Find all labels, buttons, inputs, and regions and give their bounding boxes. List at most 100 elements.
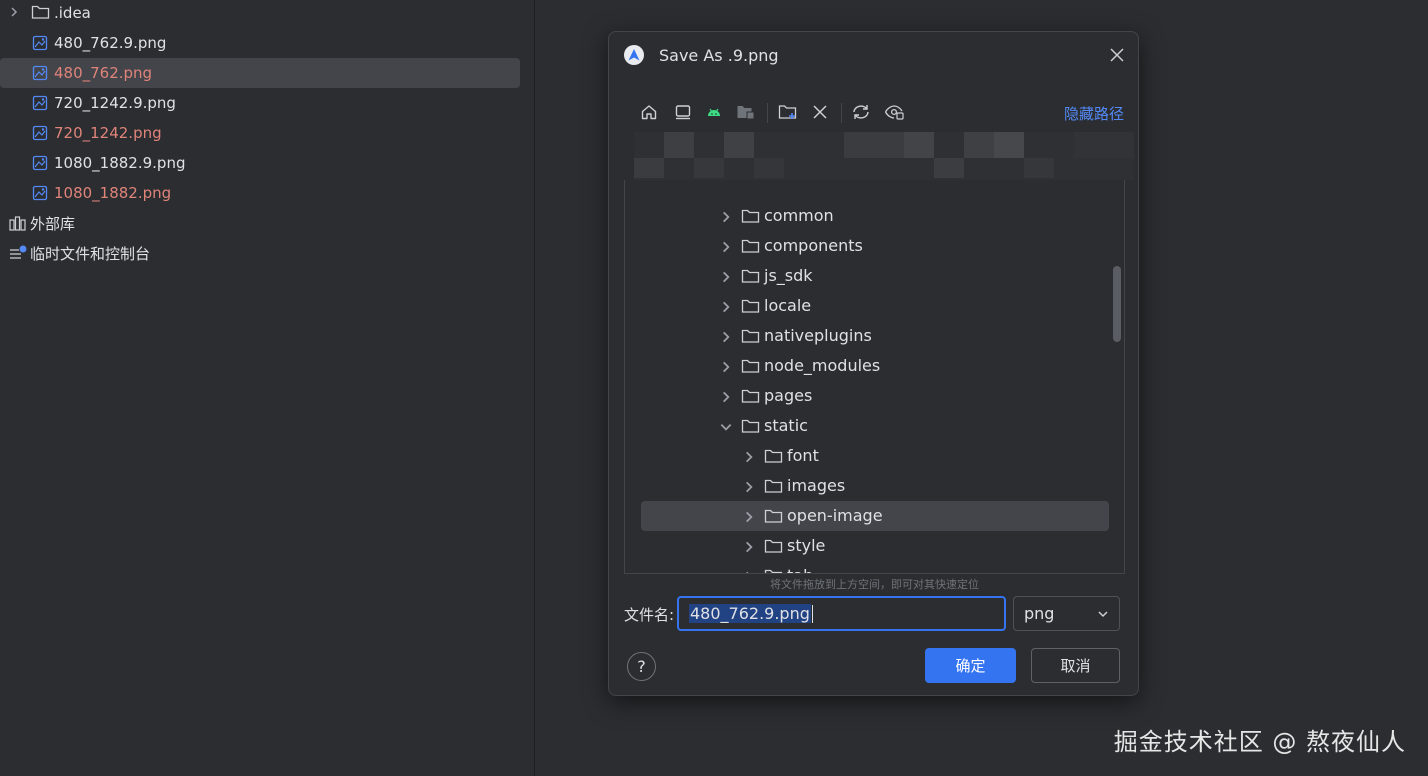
folder-label: font [787,446,819,465]
chevron-right-icon[interactable] [719,300,733,314]
tree-item-file[interactable]: 1080_1882.9.png [0,148,520,178]
toolbar-separator [841,103,842,123]
folder-icon [741,269,760,283]
folder-label: locale [764,296,812,315]
desktop-icon[interactable] [671,100,695,124]
scrollbar-thumb[interactable] [1113,266,1121,342]
android-icon[interactable] [702,100,726,124]
folder-row[interactable]: pages [641,381,1109,411]
library-icon [9,216,26,231]
hide-path-link[interactable]: 隐藏路径 [1064,103,1124,124]
chevron-right-icon[interactable] [719,270,733,284]
chevron-right-icon[interactable] [719,210,733,224]
folder-icon [741,239,760,253]
dialog-title: Save As .9.png [659,46,779,65]
tree-item-external-libraries[interactable]: 外部库 [0,208,520,238]
folder-label: nativeplugins [764,326,872,345]
filename-value[interactable]: 480_762.9.png [689,604,811,623]
help-button[interactable]: ? [627,652,656,681]
tree-item-label: 720_1242.9.png [54,94,176,112]
tree-item-label: 720_1242.png [54,124,162,142]
tree-item-idea[interactable]: .idea [0,0,520,28]
folder-row[interactable]: style [641,531,1109,561]
tree-item-label: .idea [54,4,91,22]
image-file-icon [32,65,48,81]
folder-label: components [764,236,863,255]
folder-label: js_sdk [764,266,813,285]
image-file-icon [32,155,48,171]
tree-item-file[interactable]: 480_762.9.png [0,28,520,58]
toolbar-separator [767,103,768,123]
folder-label: images [787,476,846,495]
folder-row[interactable]: common [641,201,1109,231]
chevron-right-icon[interactable] [719,390,733,404]
refresh-icon[interactable] [849,100,873,124]
save-as-dialog: Save As .9.png 隐藏路径 common components js… [608,31,1139,696]
filetype-value: png [1024,604,1055,623]
folder-icon [764,449,783,463]
folder-icon [31,5,50,19]
tree-item-label: 480_762.9.png [54,34,167,52]
folder-label: node_modules [764,356,881,375]
filename-input[interactable]: 480_762.9.png [677,596,1006,631]
folder-row[interactable]: open-image [641,501,1109,531]
filename-label: 文件名: [624,606,675,624]
chevron-down-icon[interactable] [719,420,733,434]
chevron-right-icon[interactable] [742,510,756,524]
chevron-right-icon[interactable] [742,570,756,574]
chevron-right-icon[interactable] [742,450,756,464]
folder-row[interactable]: components [641,231,1109,261]
folder-row[interactable]: nativeplugins [641,321,1109,351]
close-icon[interactable] [1106,44,1128,66]
chevron-right-icon[interactable] [719,330,733,344]
folder-row[interactable]: static [641,411,1109,441]
folder-row[interactable]: locale [641,291,1109,321]
ok-button[interactable]: 确定 [925,648,1016,683]
folder-tree[interactable]: common components js_sdklocale nativeplugin… [624,180,1125,574]
module-icon[interactable] [734,100,758,124]
new-folder-icon[interactable] [776,100,800,124]
app-logo-icon [624,45,644,65]
folder-row[interactable]: images [641,471,1109,501]
folder-row[interactable]: js_sdk [641,261,1109,291]
folder-icon [741,329,760,343]
drag-hint-text: 将文件拖放到上方空间，即可对其快速定位 [770,578,979,591]
folder-row[interactable]: font [641,441,1109,471]
tree-item-label: 1080_1882.png [54,184,172,202]
image-file-icon [32,35,48,51]
folder-row[interactable]: node_modules [641,351,1109,381]
chevron-right-icon[interactable] [742,540,756,554]
folder-row[interactable]: tab [641,561,1109,574]
cancel-button[interactable]: 取消 [1031,648,1120,683]
folder-label: pages [764,386,813,405]
folder-icon [741,209,760,223]
folder-label: static [764,416,808,435]
tree-item-scratches[interactable]: 临时文件和控制台 [0,238,520,268]
folder-icon [741,389,760,403]
chevron-down-icon [1098,611,1108,618]
tree-item-file[interactable]: 720_1242.9.png [0,88,520,118]
tree-item-file[interactable]: 720_1242.png [0,118,520,148]
chevron-right-icon[interactable] [742,480,756,494]
chevron-right-icon[interactable] [719,240,733,254]
image-file-icon [32,185,48,201]
tree-item-file-selected[interactable]: 480_762.png [0,58,520,88]
tree-item-label: 外部库 [30,214,76,233]
folder-icon [741,419,760,433]
tree-item-label: 480_762.png [54,64,153,82]
dialog-toolbar [637,100,1127,126]
folder-icon [764,539,783,553]
delete-icon[interactable] [808,100,832,124]
folder-icon [764,479,783,493]
folder-icon [741,299,760,313]
tree-item-label: 临时文件和控制台 [30,244,151,263]
image-file-icon [32,95,48,111]
filetype-select[interactable]: png [1013,596,1120,631]
image-file-icon [32,125,48,141]
home-icon[interactable] [637,100,661,124]
show-hidden-icon[interactable] [882,100,906,124]
chevron-right-icon[interactable] [8,6,20,18]
chevron-right-icon[interactable] [719,360,733,374]
folder-label: style [787,536,826,555]
tree-item-file[interactable]: 1080_1882.png [0,178,520,208]
